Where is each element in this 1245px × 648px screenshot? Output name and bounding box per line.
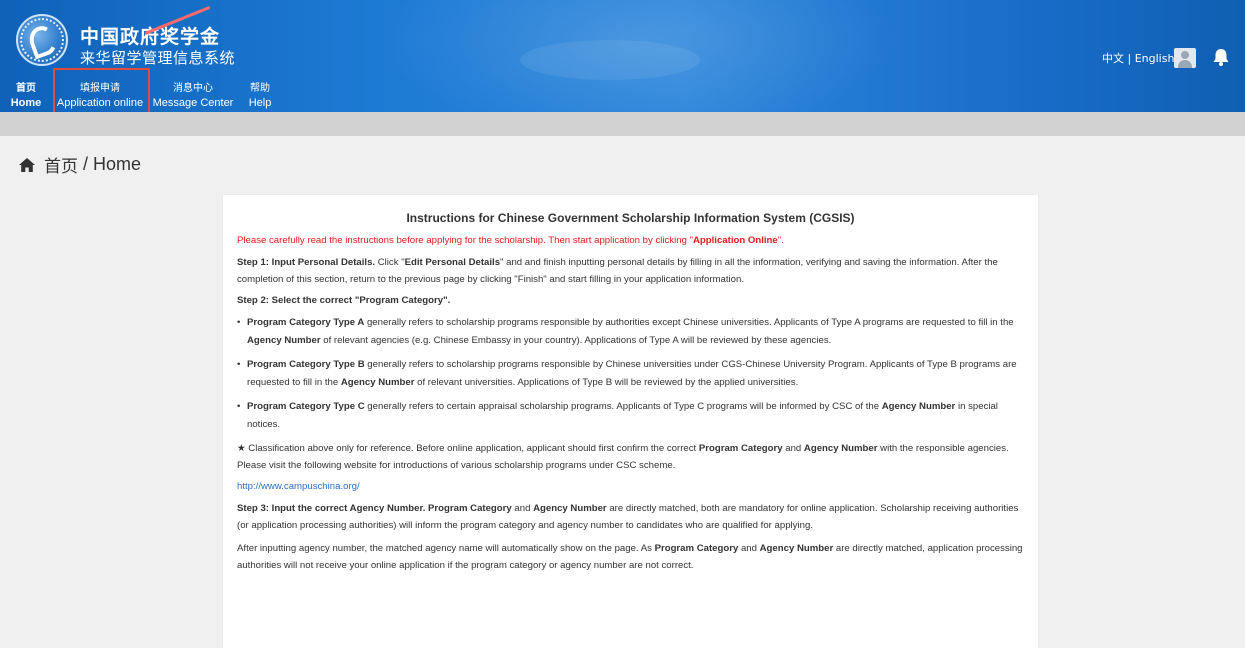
nav-message-en: Message Center <box>152 97 234 109</box>
after-input-paragraph: After inputting agency number, the match… <box>237 540 1024 574</box>
step3-text-a: and <box>511 503 534 514</box>
type-a-text-b: of relevant agencies (e.g. Chinese Embas… <box>320 335 832 346</box>
instructions-notice: Please carefully read the instructions b… <box>237 234 1024 248</box>
notice-bold: Application Online <box>692 235 778 246</box>
nav-message-center[interactable]: 消息中心 Message Center <box>148 79 238 112</box>
language-switch[interactable]: 中文 | English <box>1102 50 1174 66</box>
notice-text-post: ". <box>777 235 784 246</box>
breadcrumb-sep: / <box>78 154 94 174</box>
list-item-type-b: Program Category Type B generally refers… <box>237 356 1024 392</box>
bell-icon[interactable] <box>1211 47 1231 67</box>
note-bold1: Program Category <box>698 443 783 454</box>
program-category-list: Program Category Type A generally refers… <box>237 314 1024 434</box>
nav-help-en: Help <box>248 97 272 109</box>
nav-help-cn: 帮助 <box>250 83 270 94</box>
type-a-bold2: Agency Number <box>247 335 321 346</box>
breadcrumb: 首页 / Home <box>18 152 141 177</box>
step3-bold: Agency Number <box>533 503 607 514</box>
step3-paragraph: Step 3: Input the correct Agency Number.… <box>237 500 1024 534</box>
instructions-panel: Instructions for Chinese Government Scho… <box>223 195 1038 648</box>
note-text-b: and <box>782 443 804 454</box>
instructions-title: Instructions for Chinese Government Scho… <box>406 211 855 225</box>
type-c-text-a: generally refers to certain appraisal sc… <box>364 401 882 412</box>
step1-text-a: Click " <box>375 257 405 268</box>
breadcrumb-en[interactable]: Home <box>93 154 141 175</box>
type-c-bold: Program Category Type C <box>247 401 365 412</box>
list-item-type-c: Program Category Type C generally refers… <box>237 398 1024 434</box>
type-a-bold: Program Category Type A <box>247 317 365 328</box>
nav-home-en: Home <box>10 97 42 109</box>
logo-emblem[interactable] <box>16 14 68 66</box>
after-text-a: After inputting agency number, the match… <box>237 543 655 554</box>
step2-head: Step 2: Select the correct "Program Cate… <box>237 295 451 306</box>
system-title-cn-line2: 来华留学管理信息系统 <box>80 49 236 67</box>
step1-head: Step 1: Input Personal Details. <box>237 257 376 268</box>
app-header: 中国政府奖学金 来华留学管理信息系统 首页 Home 填报申请 Applicat… <box>0 0 1245 112</box>
nav-help[interactable]: 帮助 Help <box>238 79 282 112</box>
note-bold2: Agency Number <box>803 443 878 454</box>
note-text-a: ★ Classification above only for referenc… <box>237 443 699 454</box>
list-item-type-a: Program Category Type A generally refers… <box>237 314 1024 350</box>
type-b-bold2: Agency Number <box>340 377 415 388</box>
step1-bold: Edit Personal Details <box>404 257 501 268</box>
step3-head: Step 3: Input the correct Agency Number.… <box>237 503 512 514</box>
after-bold2: Agency Number <box>759 543 834 554</box>
home-icon <box>19 157 35 172</box>
after-bold1: Program Category <box>654 543 739 554</box>
type-b-text-b: of relevant universities. Applications o… <box>414 377 799 388</box>
header-globe-decoration-2 <box>520 40 700 80</box>
notice-text-pre: Please carefully read the instructions b… <box>237 235 693 246</box>
nav-message-cn: 消息中心 <box>173 83 213 94</box>
type-b-bold: Program Category Type B <box>247 359 365 370</box>
step2-paragraph: Step 2: Select the correct "Program Cate… <box>237 294 1024 308</box>
nav-home-cn: 首页 <box>16 83 36 94</box>
type-c-bold2: Agency Number <box>881 401 956 412</box>
campuschina-link[interactable]: http://www.campuschina.org/ <box>237 480 1024 494</box>
system-title-cn-line1: 中国政府奖学金 <box>80 26 221 48</box>
user-avatar-icon[interactable] <box>1174 48 1196 68</box>
step1-paragraph: Step 1: Input Personal Details. Click "E… <box>237 254 1024 288</box>
header-bottom-strip <box>0 112 1245 136</box>
breadcrumb-cn[interactable]: 首页 <box>44 152 78 177</box>
classification-note: ★ Classification above only for referenc… <box>237 440 1024 474</box>
after-text-b: and <box>738 543 760 554</box>
nav-home[interactable]: 首页 Home <box>0 79 52 112</box>
type-a-text-a: generally refers to scholarship programs… <box>364 317 1014 328</box>
